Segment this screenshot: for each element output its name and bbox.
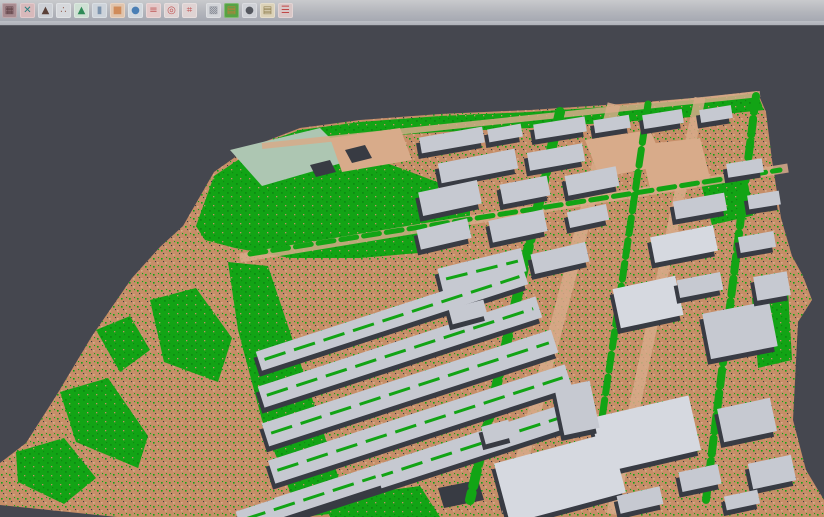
ground-class-icon[interactable]: ■ — [110, 3, 125, 18]
target-ring-icon[interactable]: ◎ — [164, 3, 179, 18]
report-sheet-icon[interactable]: ▤ — [260, 3, 275, 18]
globe-icon[interactable]: ● — [128, 3, 143, 18]
water-column-icon[interactable]: ▮ — [92, 3, 107, 18]
sphere-icon[interactable]: ● — [242, 3, 257, 18]
classify-points-icon[interactable]: ✕ — [20, 3, 35, 18]
flag-lines-icon[interactable]: ☰ — [278, 3, 293, 18]
viewport-3d[interactable] — [0, 26, 824, 517]
application-window: ▦✕▲∴▲▮■●≡◎⌗▩▤●▤☰ — [0, 0, 824, 517]
point-cloud-scene — [0, 26, 824, 517]
selection-bounds-icon[interactable]: ⌗ — [182, 3, 197, 18]
classification-map-icon[interactable]: ▤ — [224, 3, 239, 18]
terrain-mountain-icon[interactable]: ▲ — [38, 3, 53, 18]
texture-patch-icon[interactable]: ▦ — [2, 3, 17, 18]
vegetation-hill-icon[interactable]: ▲ — [74, 3, 89, 18]
scatter-points-icon[interactable]: ∴ — [56, 3, 71, 18]
layer-list-icon[interactable]: ≡ — [146, 3, 161, 18]
toolbar: ▦✕▲∴▲▮■●≡◎⌗▩▤●▤☰ — [0, 0, 824, 21]
raster-grid-icon[interactable]: ▩ — [206, 3, 221, 18]
